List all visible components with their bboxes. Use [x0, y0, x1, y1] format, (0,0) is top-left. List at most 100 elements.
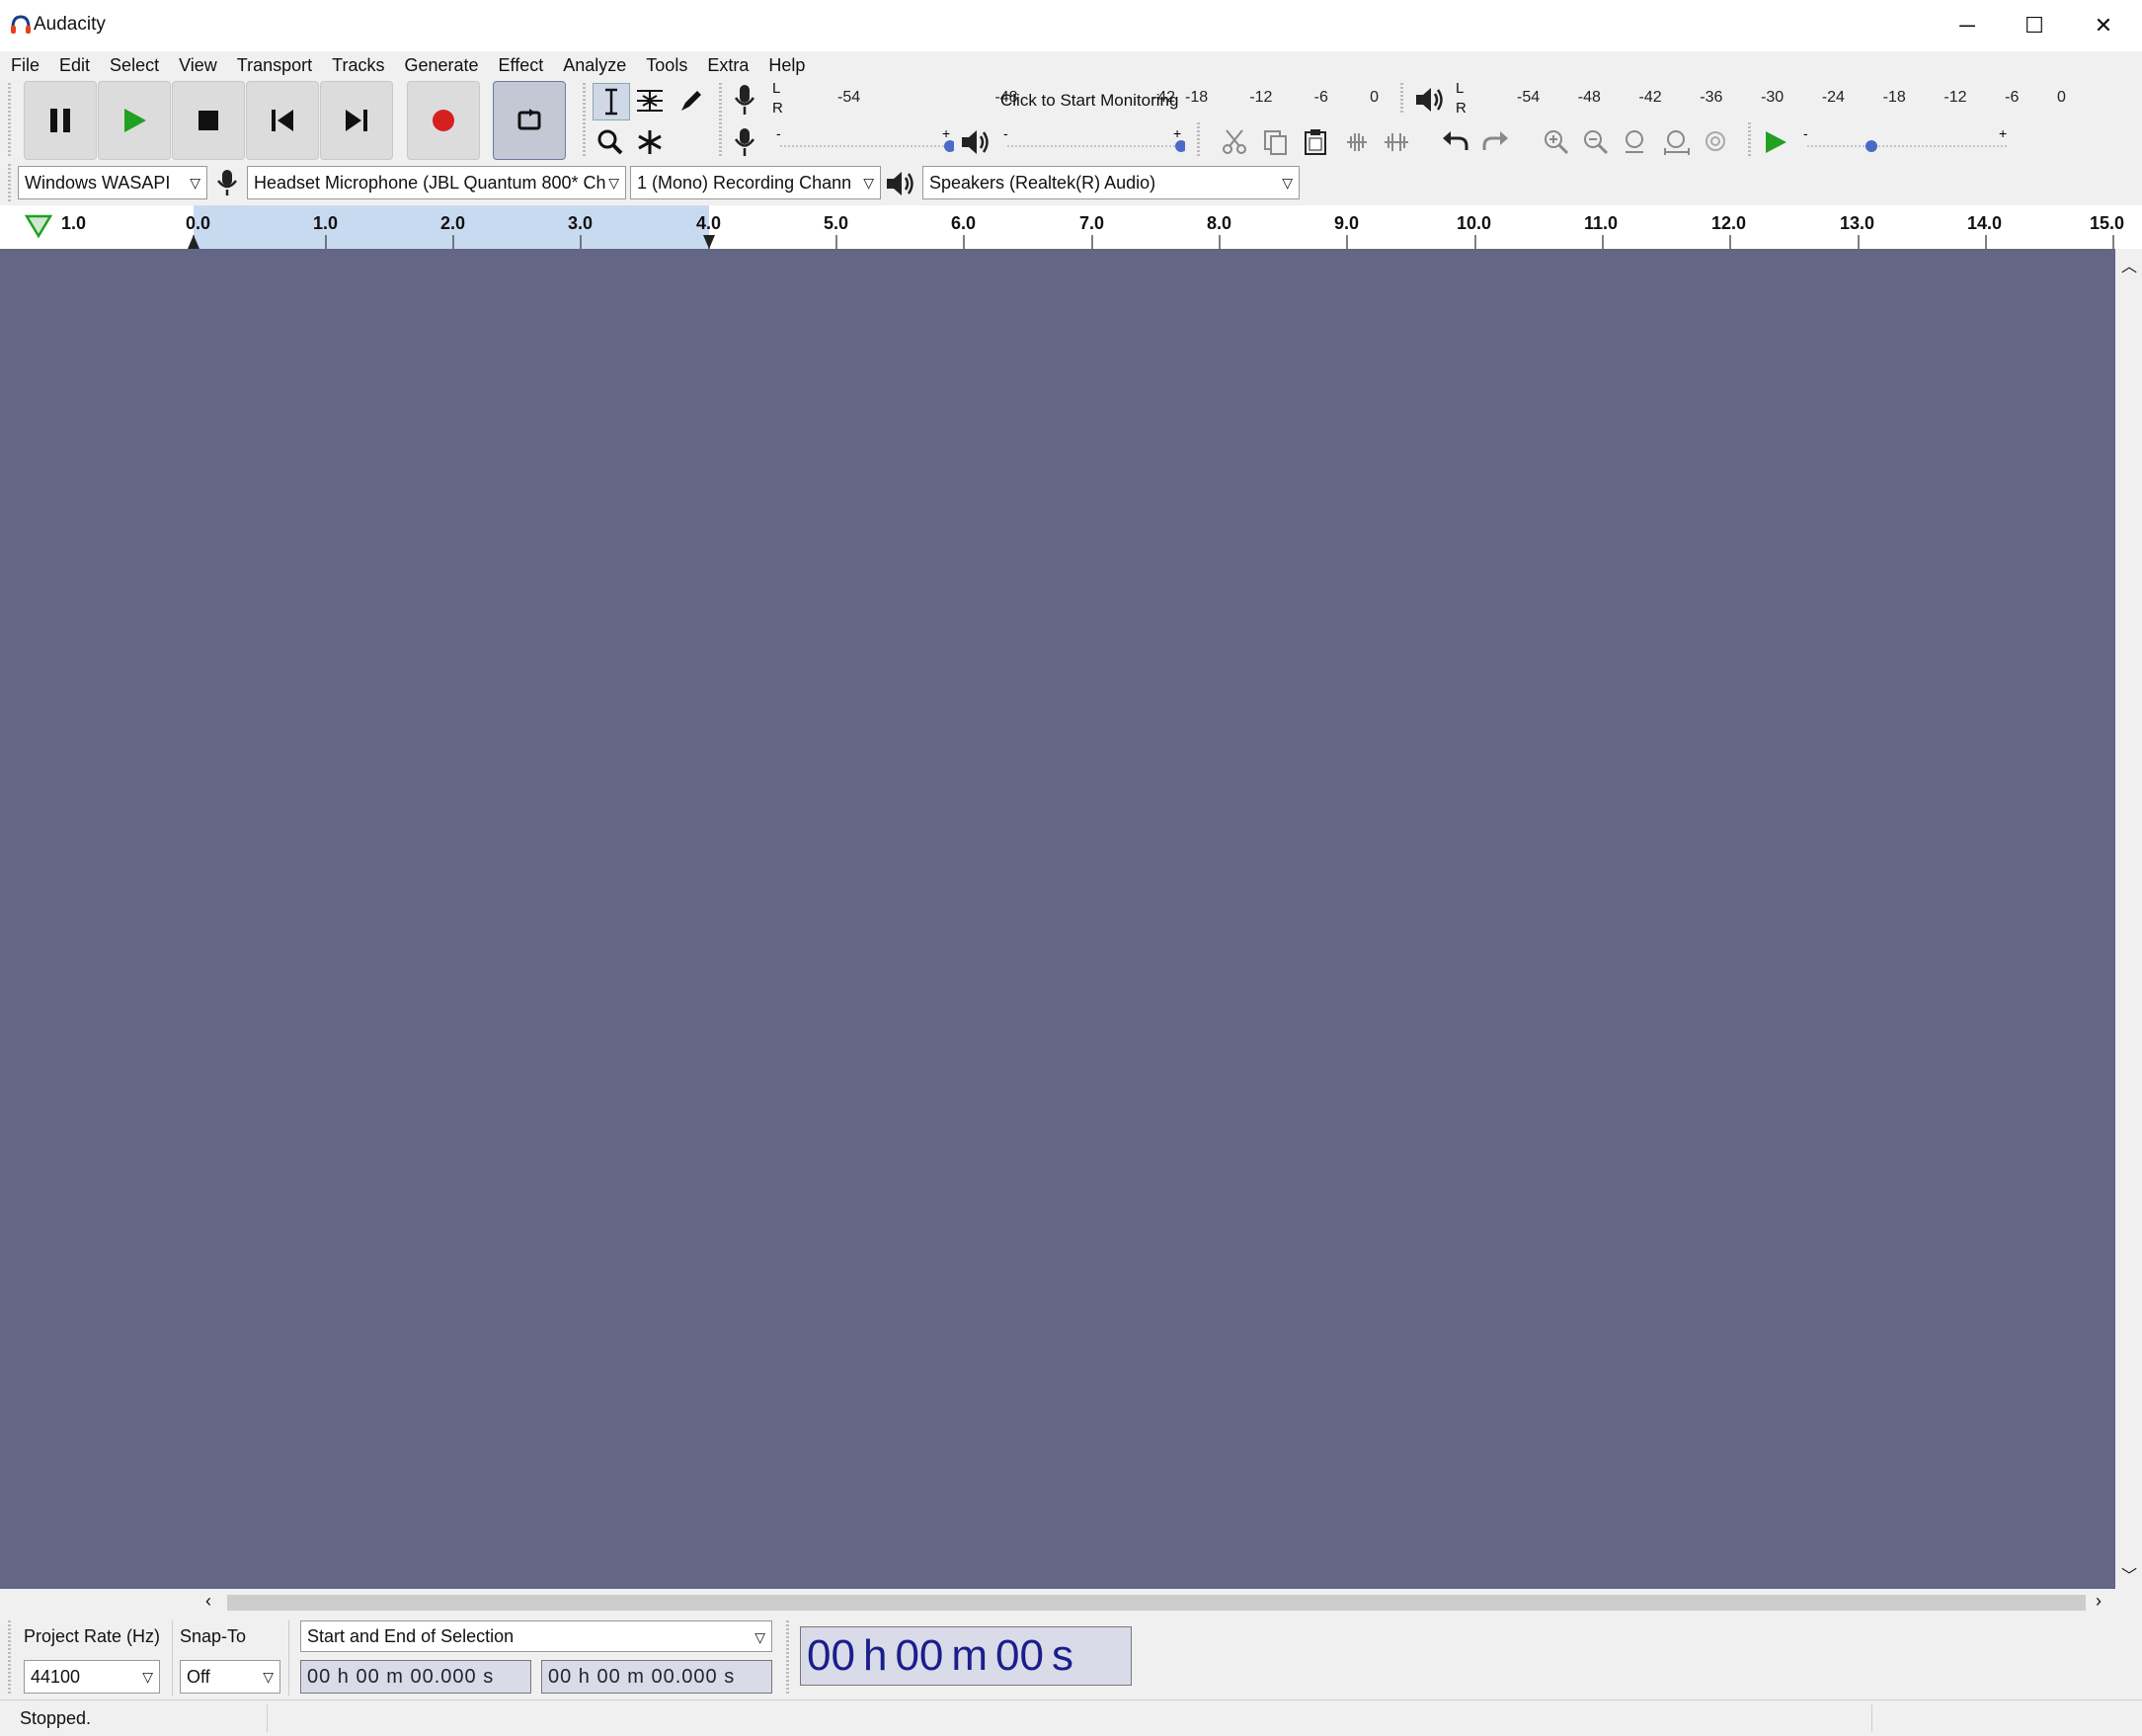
playback-meter[interactable]: -54 -48 -42 -36 -30 -24 -18 -12 -6 0	[1517, 89, 2066, 107]
recording-volume-slider[interactable]: - +	[776, 125, 956, 154]
draw-tool-button[interactable]	[674, 83, 709, 118]
meter-tick: -6	[2005, 89, 2020, 106]
trim-audio-button[interactable]	[1339, 124, 1375, 160]
svg-text:-: -	[1803, 128, 1808, 141]
scroll-left-icon[interactable]: ‹	[205, 1591, 211, 1612]
record-button[interactable]	[407, 81, 480, 160]
close-button[interactable]: ✕	[2070, 6, 2137, 45]
ruler-label: 6.0	[951, 213, 977, 233]
minimize-button[interactable]: ─	[1934, 6, 2001, 45]
maximize-button[interactable]: ☐	[2001, 6, 2068, 45]
toolbar-grip[interactable]	[1197, 122, 1200, 158]
recording-device-select[interactable]: Headset Microphone (JBL Quantum 800* Ch ▽	[247, 166, 626, 199]
horizontal-scrollbar[interactable]: ‹ ›	[0, 1589, 2115, 1617]
microphone-icon[interactable]	[733, 83, 756, 117]
ruler-label: 2.0	[440, 213, 466, 233]
trim-icon	[1347, 133, 1367, 151]
toolbar-grip[interactable]	[8, 164, 11, 201]
selection-end-value: 00 h 00 m 00.000 s	[548, 1665, 736, 1688]
timeline-ruler[interactable]: 1.0 0.0 1.0 2.0 3.0 4.0 5.0 6.0 7.0 8.0 …	[0, 205, 2142, 251]
undo-button[interactable]	[1438, 124, 1473, 160]
playback-volume-speaker-icon	[962, 130, 989, 154]
menu-bar: File Edit Select View Transport Tracks G…	[0, 51, 2142, 77]
toolbar-grip[interactable]	[719, 122, 722, 158]
track-panel[interactable]	[0, 249, 2115, 1589]
selection-tool-button[interactable]	[593, 83, 630, 120]
scroll-down-icon[interactable]: ﹀	[2121, 1562, 2137, 1586]
loop-button[interactable]	[493, 81, 566, 160]
menu-transport[interactable]: Transport	[226, 51, 321, 77]
snap-to-value: Off	[187, 1666, 210, 1687]
ruler-label: 14.0	[1967, 213, 2003, 233]
toolbar-grip[interactable]	[786, 1620, 789, 1696]
chevron-down-icon: ▽	[608, 175, 619, 191]
ruler-label: 1.0	[61, 213, 87, 233]
menu-generate[interactable]: Generate	[393, 51, 487, 77]
recording-channels-select[interactable]: 1 (Mono) Recording Chann­ ▽	[630, 166, 881, 199]
pause-button[interactable]	[24, 81, 97, 160]
ruler-label: 10.0	[1457, 213, 1492, 233]
meter-tick: 0	[1370, 89, 1379, 106]
cut-button[interactable]	[1217, 124, 1252, 160]
selection-mode-select[interactable]: Start and End of Selection ▽	[300, 1620, 772, 1652]
menu-extra[interactable]: Extra	[696, 51, 757, 77]
toolbar-grip[interactable]	[8, 1620, 11, 1696]
multi-tool-button[interactable]	[632, 124, 668, 160]
envelope-tool-button[interactable]	[632, 83, 668, 118]
redo-button[interactable]	[1477, 124, 1513, 160]
selection-start-time[interactable]: 00 h 00 m 00.000 s	[300, 1660, 531, 1694]
scrollbar-thumb[interactable]	[227, 1595, 2086, 1611]
snap-to-select[interactable]: Off ▽	[180, 1660, 280, 1694]
project-rate-label: Project Rate (Hz)	[24, 1626, 161, 1646]
selection-end-time[interactable]: 00 h 00 m 00.000 s	[541, 1660, 772, 1694]
scroll-right-icon[interactable]: ›	[2096, 1591, 2102, 1612]
menu-select[interactable]: Select	[99, 51, 168, 77]
recording-device-value: Headset Microphone (JBL Quantum 800* Ch	[254, 172, 606, 193]
silence-audio-button[interactable]	[1379, 124, 1414, 160]
speaker-icon[interactable]	[1414, 85, 1446, 115]
window-title: Audacity	[34, 14, 106, 35]
menu-edit[interactable]: Edit	[48, 51, 99, 77]
stop-button[interactable]	[172, 81, 245, 160]
chevron-down-icon: ▽	[263, 1669, 274, 1685]
audio-host-select[interactable]: Windows WASAPI ▽	[18, 166, 207, 199]
toolbar-grip[interactable]	[583, 83, 586, 158]
chevron-down-icon: ▽	[190, 175, 200, 191]
skip-start-icon	[272, 110, 293, 131]
menu-help[interactable]: Help	[757, 51, 814, 77]
menu-view[interactable]: View	[168, 51, 226, 77]
menu-file[interactable]: File	[0, 51, 48, 77]
scroll-up-icon[interactable]: ︿	[2121, 253, 2137, 276]
selection-mode-value: Start and End of Selection	[307, 1625, 515, 1646]
meter-tick: -6	[1313, 89, 1328, 106]
skip-to-end-button[interactable]	[320, 81, 393, 160]
play-at-speed-button[interactable]	[1758, 124, 1793, 160]
menu-analyze[interactable]: Analyze	[552, 51, 635, 77]
click-to-start-monitoring[interactable]: Click to Start Monitoring	[1000, 91, 1178, 111]
toolbar-grip[interactable]	[8, 83, 11, 158]
playback-speed-slider[interactable]: - +	[1803, 125, 2011, 154]
toolbar-grip[interactable]	[1748, 122, 1751, 158]
menu-effect[interactable]: Effect	[488, 51, 553, 77]
zoom-out-button[interactable]	[1578, 124, 1614, 160]
vertical-scrollbar[interactable]: ︿ ﹀	[2115, 249, 2142, 1589]
toolbar-grip[interactable]	[1400, 83, 1403, 115]
playback-device-select[interactable]: Speakers (Realtek(R) Audio) ▽	[922, 166, 1300, 199]
menu-tracks[interactable]: Tracks	[321, 51, 393, 77]
copy-button[interactable]	[1258, 124, 1294, 160]
fit-project-button[interactable]	[1659, 124, 1695, 160]
skip-to-start-button[interactable]	[246, 81, 319, 160]
record-meter-right[interactable]: -18 -12 -6 0	[1185, 89, 1379, 107]
zoom-tool-button[interactable]	[593, 124, 628, 160]
fit-selection-button[interactable]	[1618, 124, 1653, 160]
ruler-label: 12.0	[1711, 213, 1747, 233]
audio-position-time[interactable]: 00 h 00 m 00 s	[800, 1626, 1132, 1686]
meter-tick: -12	[1944, 89, 1967, 106]
menu-tools[interactable]: Tools	[635, 51, 696, 77]
project-rate-select[interactable]: 44100 ▽	[24, 1660, 160, 1694]
play-button[interactable]	[98, 81, 171, 160]
zoom-in-button[interactable]	[1539, 124, 1574, 160]
paste-button[interactable]	[1298, 124, 1333, 160]
zoom-toggle-button[interactable]	[1699, 124, 1734, 160]
playback-volume-slider[interactable]: - +	[1003, 125, 1187, 154]
